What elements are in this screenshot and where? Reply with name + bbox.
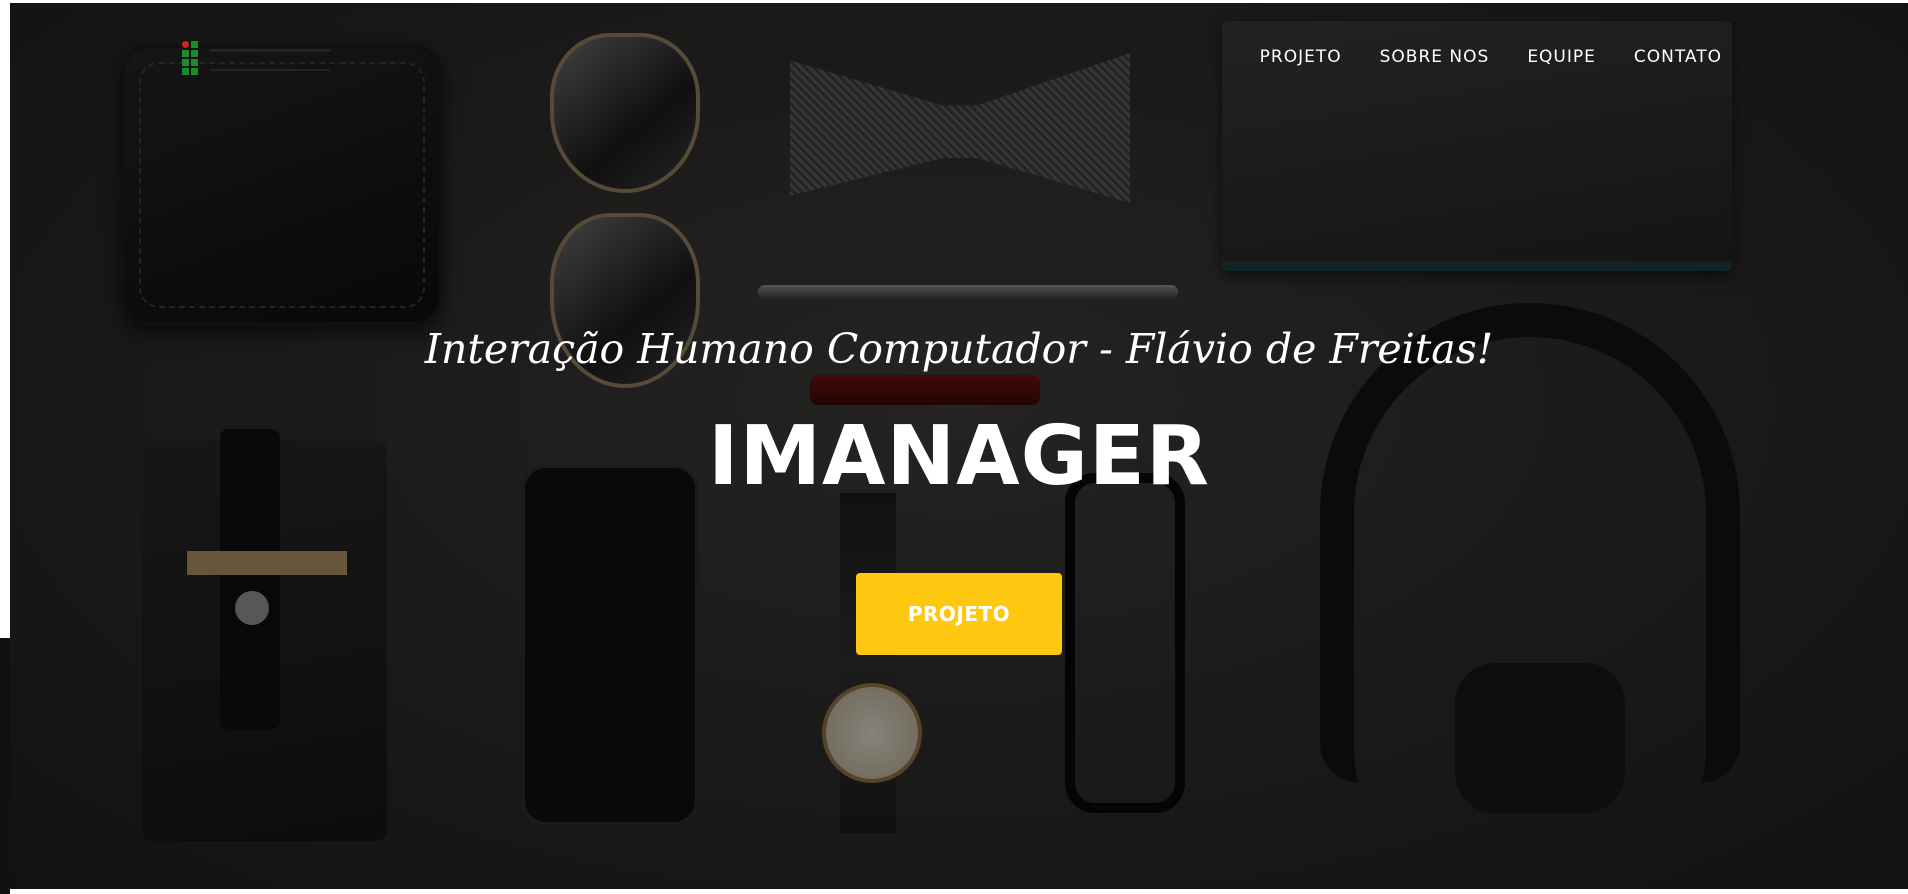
hero-subheading: Interação Humano Computador - Flávio de …: [424, 325, 1494, 373]
page-frame: PROJETO SOBRE NOS EQUIPE CONTATO Interaç…: [0, 0, 1908, 894]
logo-wordmark: [210, 49, 330, 71]
nav-link-equipe[interactable]: EQUIPE: [1527, 47, 1596, 67]
logo-mark-icon: [182, 41, 206, 75]
main-navigation: PROJETO SOBRE NOS EQUIPE CONTATO: [1260, 47, 1722, 67]
nav-link-sobre-nos[interactable]: SOBRE NOS: [1380, 47, 1490, 67]
nav-link-contato[interactable]: CONTATO: [1634, 47, 1722, 67]
institution-logo[interactable]: [182, 41, 382, 81]
projeto-cta-button[interactable]: PROJETO: [856, 573, 1062, 655]
masthead: PROJETO SOBRE NOS EQUIPE CONTATO Interaç…: [10, 3, 1908, 889]
nav-link-projeto[interactable]: PROJETO: [1260, 47, 1342, 67]
hero-heading: IMANAGER: [707, 409, 1211, 504]
window-edge: [0, 638, 10, 894]
